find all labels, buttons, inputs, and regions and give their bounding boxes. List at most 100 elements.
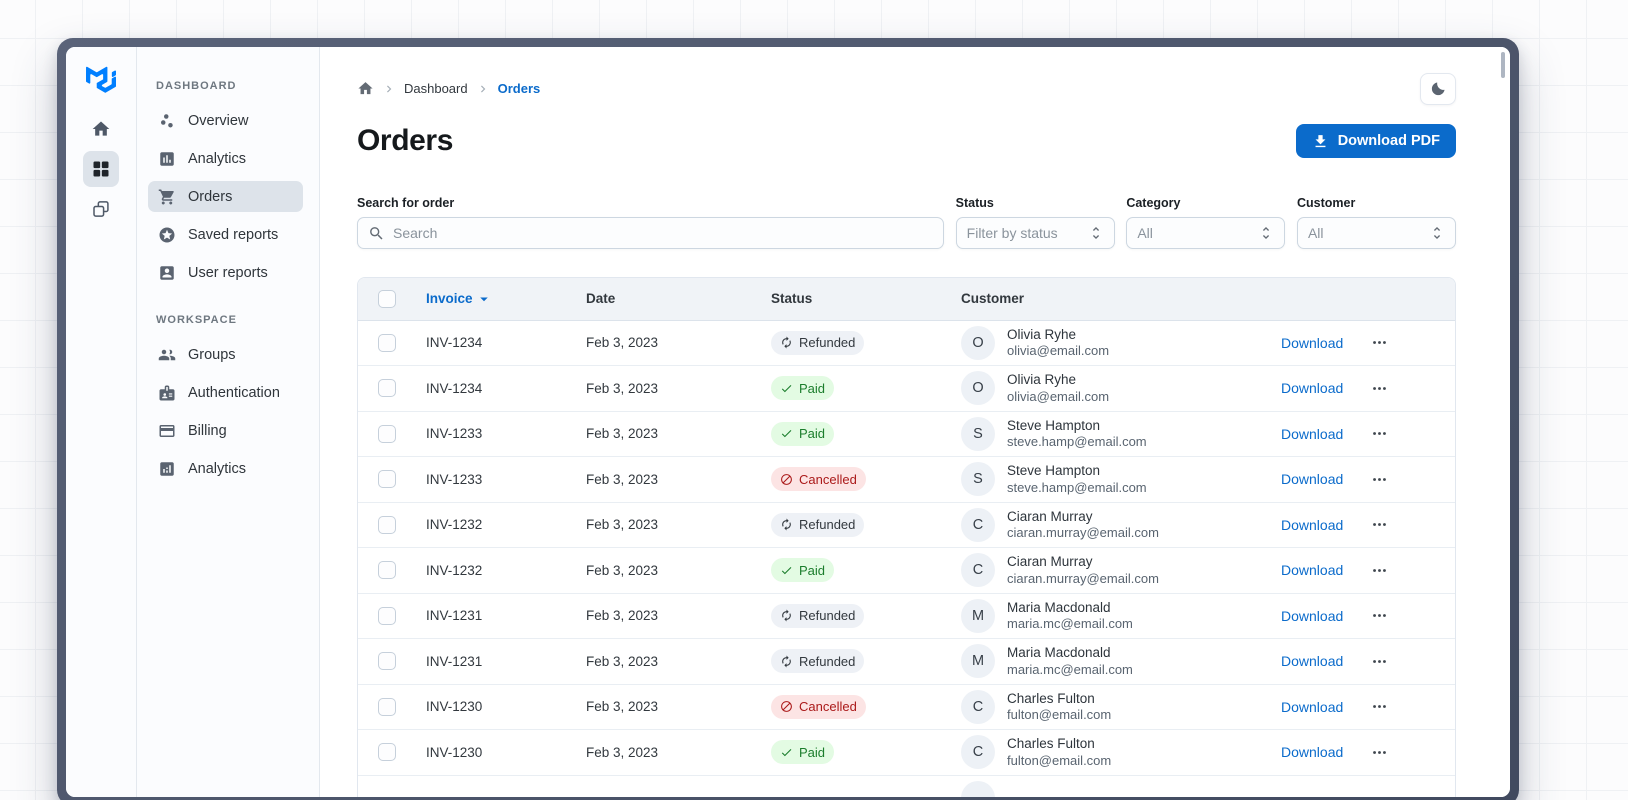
- customer-filter-select[interactable]: All: [1296, 217, 1456, 249]
- download-link[interactable]: Download: [1281, 653, 1343, 669]
- invoice-cell: INV-1233: [426, 471, 483, 487]
- status-label: Refunded: [799, 335, 856, 351]
- table-row: INV-1232 Feb 3, 2023 Paid C Ciaran Murray cia…: [358, 547, 1455, 593]
- rail-button-windows[interactable]: [83, 191, 119, 227]
- customer-email: steve.hamp@email.com: [1007, 434, 1147, 450]
- breadcrumb-dashboard[interactable]: Dashboard: [404, 81, 468, 96]
- column-header-invoice[interactable]: Invoice: [426, 278, 586, 321]
- row-menu-button[interactable]: [1371, 425, 1388, 442]
- customer-cell: M Maria Macdonald maria.mc@email.com: [961, 598, 1281, 633]
- row-checkbox[interactable]: [378, 424, 396, 443]
- download-link[interactable]: Download: [1281, 699, 1343, 715]
- row-checkbox[interactable]: [378, 470, 396, 489]
- row-checkbox[interactable]: [378, 379, 396, 398]
- rail-button-dashboard-grid[interactable]: [83, 151, 119, 187]
- customer-name: Maria Macdonald: [1007, 599, 1111, 615]
- status-badge: Cancelled: [771, 467, 866, 492]
- search-input[interactable]: [393, 225, 933, 241]
- download-link[interactable]: Download: [1281, 471, 1343, 487]
- download-link[interactable]: Download: [1281, 335, 1343, 351]
- row-menu-button[interactable]: [1371, 698, 1388, 715]
- main-content: Dashboard Orders Orders Download PDF Sea…: [320, 47, 1510, 797]
- sidebar-item-analytics[interactable]: Analytics: [148, 143, 303, 174]
- row-menu-button[interactable]: [1371, 607, 1388, 624]
- row-menu-button[interactable]: [1371, 562, 1388, 579]
- row-checkbox[interactable]: [378, 652, 396, 671]
- row-menu-button[interactable]: [1371, 516, 1388, 533]
- table-row: INV-1233 Feb 3, 2023 Cancelled S Steve Hampt…: [358, 456, 1455, 502]
- rail-button-home[interactable]: [83, 111, 119, 147]
- column-header-actions: [1281, 278, 1455, 321]
- download-link[interactable]: Download: [1281, 562, 1343, 578]
- row-checkbox[interactable]: [378, 515, 396, 534]
- sidebar-item-user-reports[interactable]: User reports: [148, 257, 303, 288]
- autorenew-icon: [780, 609, 793, 622]
- scrollbar[interactable]: [1501, 52, 1505, 78]
- app-window: DASHBOARD Overview Analytics Orders Saved re…: [57, 38, 1519, 800]
- sidebar-item-billing[interactable]: Billing: [148, 415, 303, 446]
- category-filter-select[interactable]: All: [1126, 217, 1286, 249]
- status-badge: Paid: [771, 376, 835, 401]
- chevron-up-down-icon: [1429, 225, 1445, 241]
- download-link[interactable]: Download: [1281, 517, 1343, 533]
- sidebar-item-label: Analytics: [188, 150, 247, 167]
- download-link[interactable]: Download: [1281, 608, 1343, 624]
- customer-name: Olivia Ryhe: [1007, 326, 1077, 342]
- date-cell: Feb 3, 2023: [586, 426, 659, 442]
- row-menu-button[interactable]: [1371, 653, 1388, 670]
- sidebar-item-orders[interactable]: Orders: [148, 181, 303, 212]
- orders-table: Invoice Date Status Customer INV-1234 Feb…: [357, 277, 1456, 797]
- date-cell: Feb 3, 2023: [586, 562, 659, 578]
- status-badge: Cancelled: [771, 694, 866, 719]
- status-label: Refunded: [799, 517, 856, 533]
- sidebar-item-label: Saved reports: [188, 226, 279, 243]
- column-header-date: Date: [586, 278, 771, 321]
- autorenew-icon: [780, 518, 793, 531]
- row-checkbox[interactable]: [378, 606, 396, 625]
- table-row: [358, 775, 1455, 797]
- sidebar-item-analytics[interactable]: Analytics: [148, 453, 303, 484]
- sidebar-item-groups[interactable]: Groups: [148, 339, 303, 370]
- app-surface: DASHBOARD Overview Analytics Orders Saved re…: [66, 47, 1510, 797]
- download-pdf-button[interactable]: Download PDF: [1295, 124, 1456, 158]
- avatar: O: [961, 325, 995, 360]
- select-all-checkbox[interactable]: [378, 289, 396, 308]
- mui-logo: [86, 66, 116, 93]
- sidebar-item-overview[interactable]: Overview: [148, 105, 303, 136]
- check-icon: [780, 382, 793, 395]
- check-icon: [780, 746, 793, 759]
- sidebar-item-authentication[interactable]: Authentication: [148, 377, 303, 408]
- status-badge: Paid: [771, 421, 835, 446]
- row-checkbox[interactable]: [378, 697, 396, 716]
- table-row: INV-1234 Feb 3, 2023 Paid O Olivia Ryhe olivi…: [358, 365, 1455, 411]
- category-filter-label: Category: [1126, 196, 1181, 210]
- row-checkbox[interactable]: [378, 561, 396, 580]
- icon-rail: [66, 47, 137, 797]
- invoice-cell: INV-1232: [426, 517, 483, 533]
- customer-cell: O Olivia Ryhe olivia@email.com: [961, 325, 1281, 360]
- download-link[interactable]: Download: [1281, 426, 1343, 442]
- row-menu-button[interactable]: [1371, 471, 1388, 488]
- row-menu-button[interactable]: [1371, 744, 1388, 761]
- table-header-row: Invoice Date Status Customer: [358, 278, 1455, 321]
- row-checkbox[interactable]: [378, 743, 396, 762]
- sidebar-item-saved-reports[interactable]: Saved reports: [148, 219, 303, 250]
- table-row: INV-1232 Feb 3, 2023 Refunded C Ciaran Murra…: [358, 502, 1455, 548]
- row-menu-button[interactable]: [1371, 334, 1388, 351]
- row-checkbox[interactable]: [378, 333, 396, 352]
- invoice-cell: [426, 775, 586, 797]
- row-menu-button[interactable]: [1371, 380, 1388, 397]
- page-title: Orders: [357, 124, 453, 157]
- autorenew-icon: [780, 655, 793, 668]
- dark-mode-toggle[interactable]: [1420, 73, 1456, 105]
- invoice-cell: INV-1230: [426, 699, 483, 715]
- download-link[interactable]: Download: [1281, 380, 1343, 396]
- avatar: [961, 781, 995, 797]
- sidebar-item-label: Orders: [188, 188, 233, 205]
- invoice-cell: INV-1231: [426, 608, 483, 624]
- breadcrumb-home-icon[interactable]: [357, 80, 374, 97]
- customer-name: Ciaran Murray: [1007, 508, 1093, 524]
- customer-name: Maria Macdonald: [1007, 645, 1111, 661]
- status-filter-select[interactable]: Filter by status: [955, 217, 1115, 249]
- download-link[interactable]: Download: [1281, 744, 1343, 760]
